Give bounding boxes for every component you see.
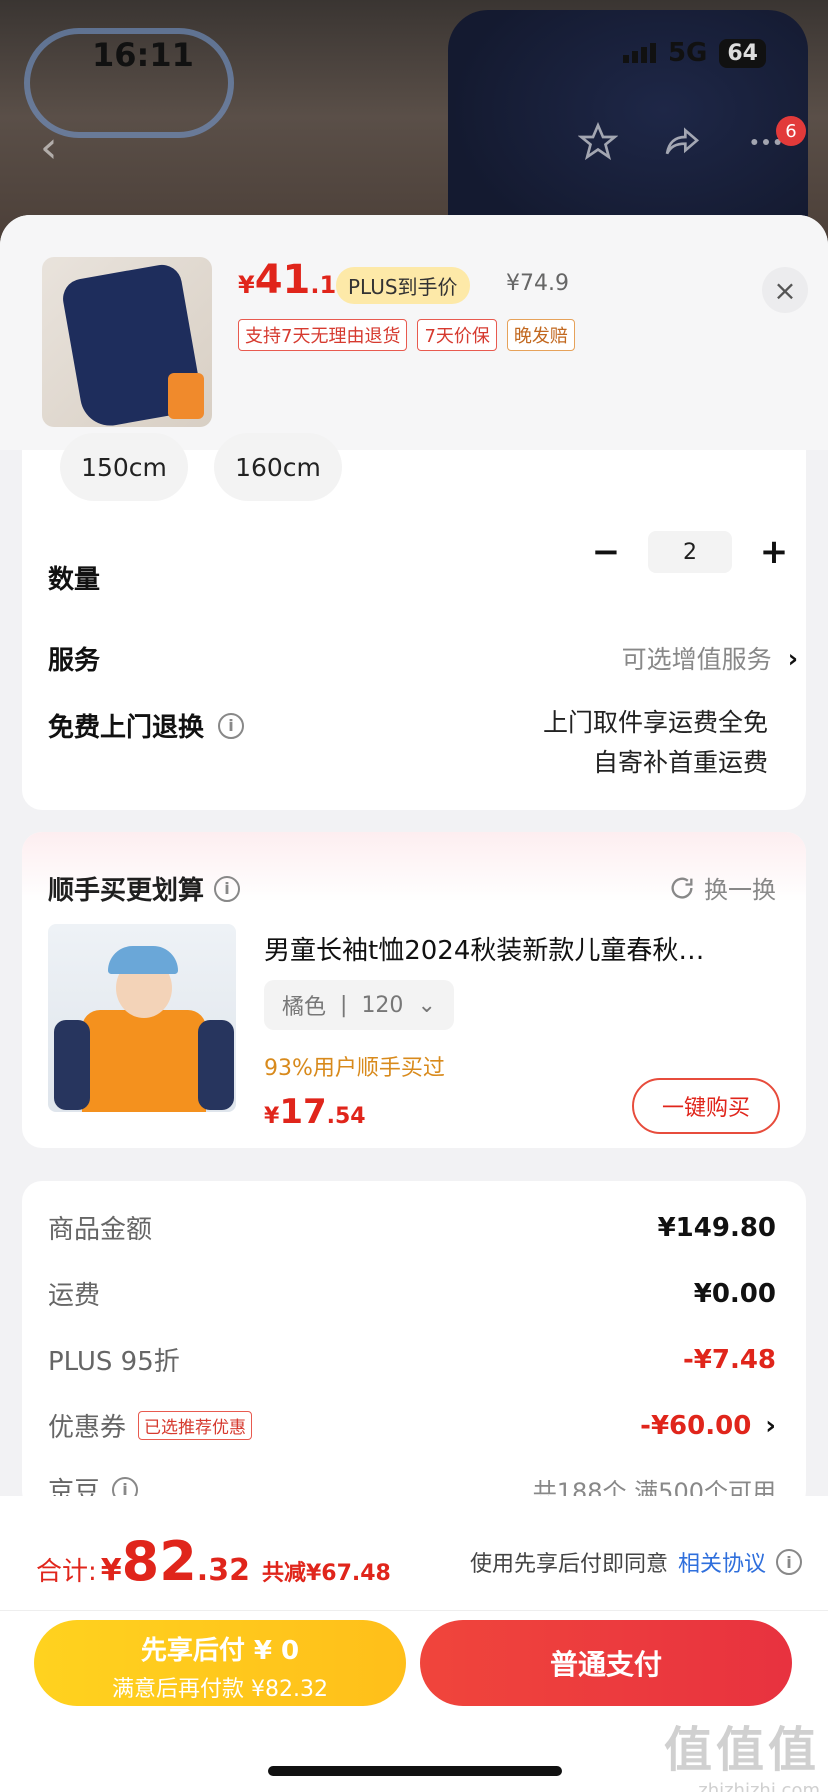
status-time: 16:11 [92, 36, 194, 74]
service-selector[interactable]: 可选增值服务 › [622, 640, 798, 676]
swap-button[interactable]: 换一换 [668, 870, 776, 905]
status-indicators: 5G 64 [622, 38, 766, 68]
original-price: ¥74.9 [506, 271, 569, 296]
fee-row-subtotal: 商品金额 ¥149.80 [48, 1212, 776, 1246]
info-icon[interactable]: i [218, 712, 245, 739]
battery-icon: 64 [719, 38, 766, 68]
pickup-line-1: 上门取件享运费全免 [542, 708, 768, 737]
plus-price-badge: PLUS到手价 [336, 267, 470, 304]
network-type: 5G [667, 38, 708, 68]
one-click-buy-button[interactable]: 一键购买 [632, 1078, 780, 1134]
nav-actions [576, 120, 788, 164]
quantity-label: 数量 [48, 565, 101, 595]
pickup-detail: 上门取件享运费全免 自寄补首重运费 [543, 703, 768, 783]
tag-return: 支持7天无理由退货 [238, 319, 408, 351]
star-icon[interactable] [576, 120, 620, 164]
size-option-160[interactable]: 160cm [214, 433, 342, 501]
spec-selector[interactable]: 橘色 | 120 ⌄ [264, 980, 454, 1030]
chevron-right-icon: › [765, 1410, 776, 1441]
recommended-item-price: ¥ 17 .54 [264, 1092, 366, 1132]
pickup-line-2: 自寄补首重运费 [592, 748, 768, 777]
quantity-minus-button[interactable]: − [590, 532, 622, 572]
quantity-input[interactable]: 2 [648, 531, 732, 573]
share-icon[interactable] [660, 120, 704, 164]
chevron-right-icon: › [787, 643, 798, 673]
fee-row-shipping: 运费 ¥0.00 [48, 1278, 776, 1312]
recommendation-title: 顺手买更划算 i [48, 870, 241, 907]
checkout-bar: 合计: ¥ 82 .32 共减¥67.48 使用先享后付即同意 相关协议 i 先… [0, 1496, 828, 1792]
quantity-plus-button[interactable]: + [758, 532, 790, 572]
pickup-row: 免费上门退换 i [48, 707, 245, 744]
tag-late-compensation: 晚发赔 [506, 319, 575, 351]
recommended-item-image[interactable] [48, 924, 236, 1112]
divider [0, 1610, 828, 1611]
refresh-icon [671, 877, 693, 899]
coupon-chip: 已选推荐优惠 [138, 1411, 253, 1440]
recommendation-card: 顺手买更划算 i 换一换 男童长袖t恤2024秋装新款儿童春秋… 橘色 | 12… [22, 832, 806, 1148]
chevron-down-icon: ⌄ [417, 992, 436, 1018]
tag-price-protect: 7天价保 [417, 319, 497, 351]
home-indicator[interactable] [268, 1766, 562, 1776]
back-arrow-icon[interactable]: ‹ [40, 122, 58, 173]
service-tags: 支持7天无理由退货 7天价保 晚发赔 [238, 319, 575, 351]
service-label: 服务 [48, 646, 101, 676]
agreement-link[interactable]: 相关协议 [678, 1546, 766, 1578]
total-saved: 共减¥67.48 [261, 1561, 391, 1586]
pay-later-button[interactable]: 先享后付 ¥ 0 满意后再付款 ¥82.32 [34, 1620, 406, 1706]
info-icon[interactable]: i [776, 1549, 802, 1575]
cart-badge: 6 [776, 116, 806, 146]
bought-together-stat: 93%用户顺手买过 [264, 1056, 445, 1081]
info-icon[interactable]: i [214, 875, 241, 902]
agreement-note: 使用先享后付即同意 相关协议 i [470, 1546, 802, 1578]
close-icon[interactable]: × [762, 267, 808, 313]
fee-row-coupon[interactable]: 优惠券 已选推荐优惠 -¥60.00 › [48, 1407, 776, 1444]
service-value: 可选增值服务 [621, 645, 772, 674]
size-option-150[interactable]: 150cm [60, 433, 188, 501]
order-total: 合计: ¥ 82 .32 共减¥67.48 [36, 1530, 391, 1593]
pickup-label: 免费上门退换 [48, 713, 205, 743]
quantity-stepper: − 2 + [590, 531, 790, 573]
watermark: 值值值 zhizhizhi.com [663, 1722, 820, 1792]
fee-row-plus-discount: PLUS 95折 -¥7.48 [48, 1344, 776, 1378]
product-thumbnail [42, 257, 212, 427]
recommended-item-title[interactable]: 男童长袖t恤2024秋装新款儿童春秋… [264, 930, 784, 967]
product-summary: ¥ 41 .16 PLUS到手价 ¥74.9 支持7天无理由退货 7天价保 晚发… [0, 215, 828, 450]
fee-breakdown-card: 商品金额 ¥149.80 运费 ¥0.00 PLUS 95折 -¥7.48 优惠… [22, 1181, 806, 1511]
normal-pay-button[interactable]: 普通支付 [420, 1620, 792, 1706]
signal-icon [622, 43, 656, 63]
